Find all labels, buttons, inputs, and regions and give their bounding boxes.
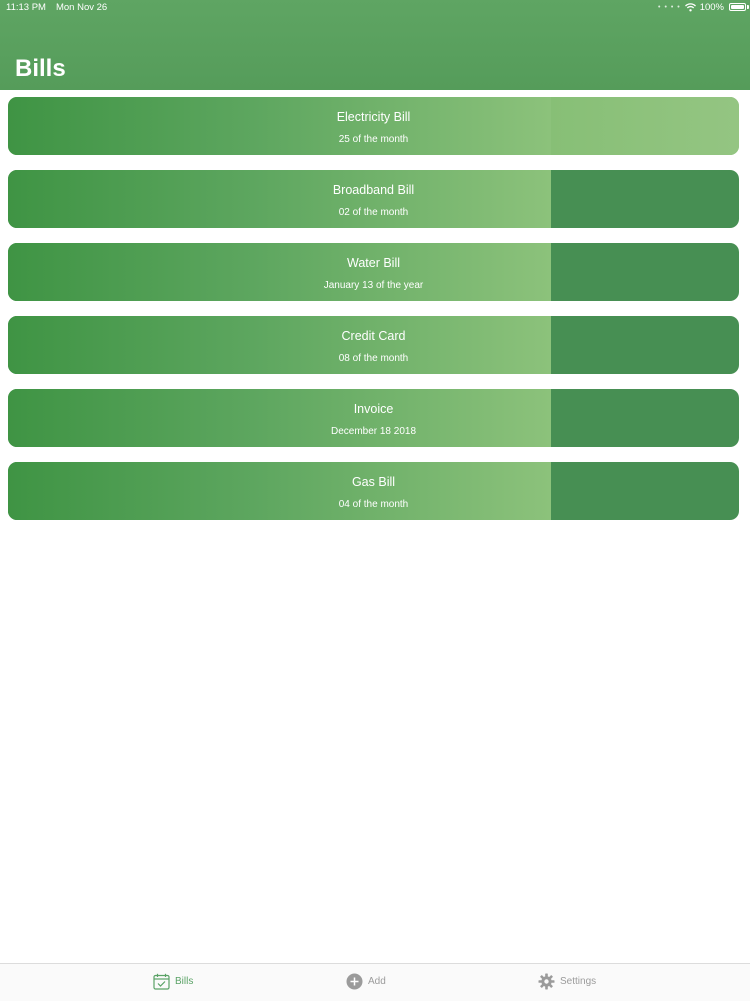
bill-name: Invoice [353,402,394,416]
bill-list: Electricity Bill 25 of the month Broadba… [8,97,739,535]
tab-bills-label: Bills [175,976,194,987]
tab-bills[interactable]: Bills [153,973,193,990]
bill-name: Credit Card [341,329,406,343]
bill-due-date: 08 of the month [338,353,409,364]
status-bar: 11:13 PM Mon Nov 26 • • • • 100% [0,0,750,16]
bill-due-date: January 13 of the year [323,280,424,291]
bill-due-date: 25 of the month [338,134,409,145]
signal-icon: • • • • [658,4,681,11]
bill-card-water[interactable]: Water Bill January 13 of the year [8,243,739,301]
bill-name: Electricity Bill [336,110,411,124]
plus-circle-icon [346,973,363,990]
bill-name: Broadband Bill [332,183,415,197]
bill-due-date: 02 of the month [338,207,409,218]
battery-tip [747,5,749,9]
tab-bar: Bills Add Settings [0,963,750,1001]
status-date: Mon Nov 26 [55,2,108,13]
tab-settings-label: Settings [560,976,597,987]
calendar-check-icon [153,973,170,990]
tab-settings[interactable]: Settings [538,973,596,990]
card-content: Gas Bill 04 of the month [8,462,739,520]
status-time: 11:13 PM [6,2,46,13]
navigation-header: 11:13 PM Mon Nov 26 • • • • 100% Bills [0,0,750,90]
bill-name: Water Bill [346,256,400,270]
bill-card-invoice[interactable]: Invoice December 18 2018 [8,389,739,447]
tab-add[interactable]: Add [346,973,386,990]
bill-due-date: 04 of the month [338,499,409,510]
wifi-icon [684,3,696,12]
page-title: Bills [15,55,66,82]
bill-card-electricity[interactable]: Electricity Bill 25 of the month [8,97,739,155]
card-content: Water Bill January 13 of the year [8,243,739,301]
card-content: Credit Card 08 of the month [8,316,739,374]
bill-card-gas[interactable]: Gas Bill 04 of the month [8,462,739,520]
bill-due-date: December 18 2018 [330,426,417,437]
card-content: Electricity Bill 25 of the month [8,97,739,155]
bill-card-credit-card[interactable]: Credit Card 08 of the month [8,316,739,374]
bill-name: Gas Bill [351,475,396,489]
tab-add-label: Add [368,976,386,987]
battery-percentage: 100% [699,2,724,13]
card-content: Broadband Bill 02 of the month [8,170,739,228]
bill-card-broadband[interactable]: Broadband Bill 02 of the month [8,170,739,228]
card-content: Invoice December 18 2018 [8,389,739,447]
battery-icon [729,3,746,11]
gear-icon [538,973,555,990]
